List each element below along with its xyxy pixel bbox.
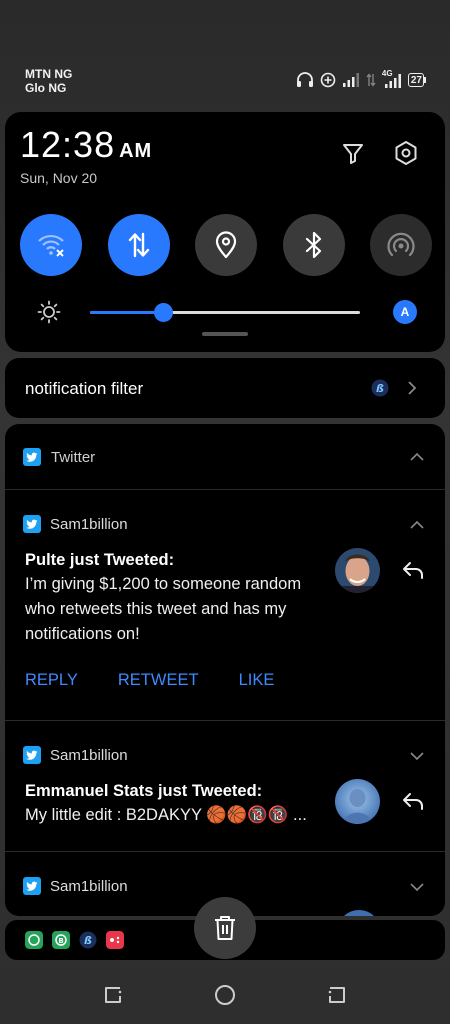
trash-icon <box>215 916 235 940</box>
notification-group-title: Twitter <box>51 449 96 466</box>
twitter-icon <box>23 515 41 533</box>
notification-filter-row[interactable]: notification filter ß <box>5 358 445 418</box>
notification-group-header[interactable]: Twitter <box>5 424 445 490</box>
brightness-row: A <box>35 300 417 324</box>
battery-icon: 27 <box>407 73 424 87</box>
notification-group: Twitter Sam1billion Pulte just Tweeted: … <box>5 424 445 916</box>
brightness-icon <box>37 300 61 324</box>
reply-button[interactable]: REPLY <box>25 671 78 690</box>
svg-text:B: B <box>58 937 63 945</box>
status-icons: 4G 27 <box>296 69 424 88</box>
signal-icon <box>342 73 359 87</box>
reply-icon[interactable] <box>401 560 425 580</box>
avatar <box>335 548 380 593</box>
headphones-icon <box>296 72 313 87</box>
expand-notification-icon[interactable] <box>409 879 425 895</box>
panel-drag-handle[interactable] <box>202 332 248 336</box>
quick-tiles <box>20 214 432 276</box>
reply-icon[interactable] <box>401 791 425 811</box>
signal-4g: 4G <box>382 69 402 88</box>
battery-level: 27 <box>410 74 422 86</box>
notification-app-name: Sam1billion <box>50 878 128 895</box>
bluetooth-tile[interactable] <box>282 214 345 276</box>
svg-text:ß: ß <box>84 934 92 947</box>
chevron-right-icon <box>408 381 417 395</box>
collapse-group-icon[interactable] <box>409 449 425 465</box>
signal-icon <box>384 74 401 88</box>
navigation-bar <box>0 966 450 1024</box>
collapse-notification-icon[interactable] <box>409 517 425 533</box>
data-arrows-small-icon <box>366 73 376 87</box>
game-app-icon <box>106 931 124 949</box>
wifi-off-icon <box>38 234 64 257</box>
whatsapp-business-icon: B <box>52 931 70 949</box>
retweet-button[interactable]: RETWEET <box>118 671 199 690</box>
notification-item[interactable]: Sam1billion Emmanuel Stats just Tweeted:… <box>5 722 445 852</box>
clock-time: 12:38 <box>20 124 116 165</box>
notification-body: I’m giving $1,200 to someone random who … <box>25 575 302 643</box>
app-logo-icon: ß <box>371 379 389 397</box>
like-button[interactable]: LIKE <box>239 671 275 690</box>
quick-settings-panel: 12:38 AM Sun, Nov 20 A <box>5 112 445 352</box>
notification-actions: REPLY RETWEET LIKE <box>25 671 274 690</box>
notification-title: Emmanuel Stats just Tweeted: <box>25 782 263 800</box>
brightness-slider-fill <box>90 311 163 314</box>
bluetooth-icon <box>305 231 321 259</box>
filter-icon[interactable] <box>338 138 368 168</box>
status-bar: MTN NG Glo NG 4G 27 <box>0 0 450 108</box>
carrier-1: MTN NG <box>25 67 73 81</box>
data-arrows-icon <box>128 232 149 258</box>
twitter-icon <box>23 877 41 895</box>
auto-brightness-button[interactable]: A <box>393 300 417 324</box>
back-button[interactable] <box>325 983 349 1007</box>
clock-ampm: AM <box>119 140 153 162</box>
notification-item[interactable]: Sam1billion Pulte just Tweeted: I’m givi… <box>5 491 445 721</box>
carrier-names: MTN NG Glo NG <box>25 67 72 95</box>
recents-button[interactable] <box>101 983 125 1007</box>
notification-filter-label: notification filter <box>25 379 144 398</box>
clock[interactable]: 12:38 AM <box>20 124 152 166</box>
app-logo-icon: ß <box>79 931 97 949</box>
location-tile[interactable] <box>195 214 257 276</box>
date[interactable]: Sun, Nov 20 <box>20 170 97 186</box>
hotspot-tile[interactable] <box>370 214 432 276</box>
expand-notification-icon[interactable] <box>409 748 425 764</box>
notification-title: Pulte just Tweeted: <box>25 551 175 569</box>
twitter-icon <box>23 448 41 466</box>
avatar <box>337 910 381 916</box>
notification-app-name: Sam1billion <box>50 747 128 764</box>
twitter-icon <box>23 746 41 764</box>
data-saver-icon <box>320 72 336 88</box>
hotspot-icon <box>387 232 415 257</box>
brightness-slider[interactable] <box>90 303 360 322</box>
whatsapp-icon <box>25 931 43 949</box>
settings-icon[interactable] <box>391 138 421 168</box>
wifi-tile[interactable] <box>20 214 82 276</box>
notification-app-name: Sam1billion <box>50 516 128 533</box>
brightness-slider-knob[interactable] <box>153 303 173 322</box>
svg-text:ß: ß <box>376 382 384 395</box>
collapsed-app-icons: B ß <box>25 931 124 949</box>
avatar <box>335 779 380 824</box>
mobile-data-tile[interactable] <box>107 214 170 276</box>
clear-all-button[interactable] <box>194 897 256 959</box>
home-button[interactable] <box>213 983 237 1007</box>
location-pin-icon <box>215 231 237 259</box>
carrier-2: Glo NG <box>25 81 67 95</box>
notification-body: My little edit : B2DAKYY 🏀🏀🔞🔞 ... <box>25 806 307 824</box>
